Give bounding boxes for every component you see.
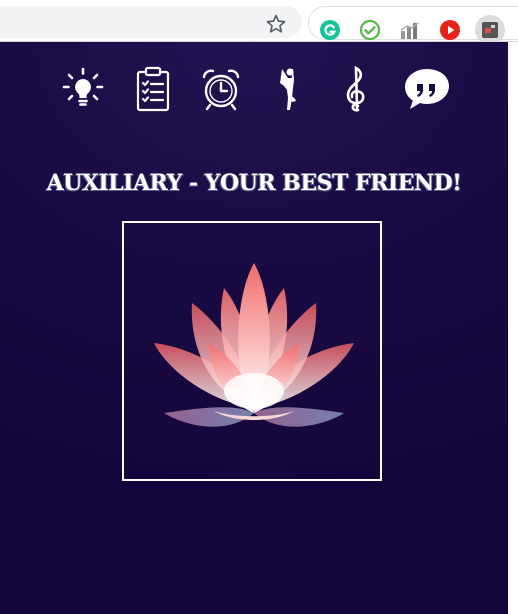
app-extension-icon[interactable] [475, 15, 505, 45]
quote-bubble-icon[interactable] [402, 64, 452, 114]
lotus-flower-icon [154, 263, 354, 443]
extensions-area [308, 6, 518, 45]
clipboard-checklist-icon[interactable] [128, 64, 178, 114]
youtube-play-extension-icon[interactable] [439, 19, 461, 41]
browser-toolbar [0, 0, 518, 45]
nav-icon-bar [0, 64, 508, 114]
scrollbar-track[interactable] [508, 42, 518, 614]
grammarly-extension-icon[interactable] [319, 19, 341, 41]
lotus-image-frame [122, 221, 382, 481]
analytics-extension-icon[interactable] [399, 19, 421, 41]
yoga-pose-icon[interactable] [264, 64, 314, 114]
alarm-clock-icon[interactable] [196, 64, 246, 114]
checkmark-extension-icon[interactable] [359, 19, 381, 41]
treble-clef-icon[interactable] [332, 64, 382, 114]
star-icon[interactable] [264, 12, 288, 36]
app-panel: AUXILIARY - YOUR BEST FRIEND! [0, 42, 508, 614]
page-title: AUXILIARY - YOUR BEST FRIEND! [46, 170, 462, 196]
lightbulb-icon[interactable] [58, 64, 108, 114]
address-bar[interactable] [0, 6, 302, 38]
